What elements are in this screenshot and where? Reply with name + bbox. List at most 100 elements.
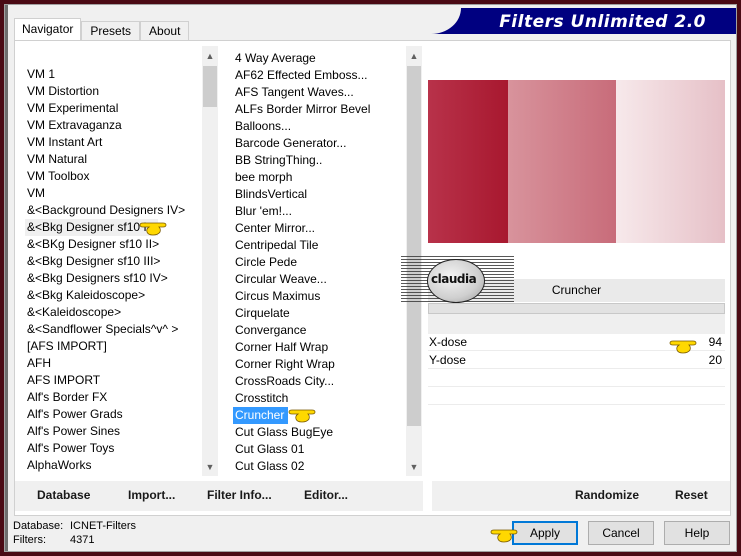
filter-item-row: Cut Glass BugEye	[233, 424, 405, 441]
filter-item[interactable]: CrossRoads City...	[233, 373, 405, 390]
filter-item[interactable]: AF62 Effected Emboss...	[233, 67, 405, 84]
category-item-row: [AFS IMPORT]	[25, 338, 201, 355]
category-item[interactable]: Alf's Border FX	[25, 389, 201, 406]
filter-item[interactable]: ALFs Border Mirror Bevel	[233, 101, 405, 118]
filter-item[interactable]: Corner Right Wrap	[233, 356, 405, 373]
scroll-up-icon[interactable]: ▲	[202, 48, 218, 65]
category-item-row: &<Bkg Designers sf10 IV>	[25, 270, 201, 287]
scroll-down-icon[interactable]: ▼	[202, 459, 218, 476]
category-item[interactable]: &<Bkg Kaleidoscope>	[25, 287, 201, 304]
cancel-button[interactable]: Cancel	[588, 521, 654, 545]
filter-item[interactable]: Circle Pede	[233, 254, 405, 271]
filter-item[interactable]: Centripedal Tile	[233, 237, 405, 254]
parameter-row-y-dose[interactable]: Y-dose 20	[428, 352, 725, 369]
category-item[interactable]: &<BKg Designer sf10 II>	[25, 236, 201, 253]
randomize-button[interactable]: Randomize	[575, 488, 639, 502]
category-item[interactable]: VM Extravaganza	[25, 117, 201, 134]
import-button[interactable]: Import...	[128, 488, 175, 502]
tab-bar: Navigator Presets About	[14, 18, 190, 40]
category-item[interactable]: &<Bkg Designer sf10 III>	[25, 253, 201, 270]
category-scrollbar[interactable]: ▲ ▼	[202, 46, 218, 476]
filter-item-row: Cut Glass 02	[233, 458, 405, 475]
filter-item[interactable]: Cut Glass BugEye	[233, 424, 405, 441]
category-item[interactable]: Andrew's Filter Collection 55	[25, 474, 201, 476]
category-item-row: &<Sandflower Specials^v^ >	[25, 321, 201, 338]
watermark-logo: claudia	[401, 256, 514, 304]
app-title: Filters Unlimited 2.0	[499, 12, 706, 32]
category-item-row: VM Distortion	[25, 83, 201, 100]
category-item[interactable]: AFH	[25, 355, 201, 372]
category-item[interactable]: VM Instant Art	[25, 134, 201, 151]
category-scroll-thumb[interactable]	[203, 66, 217, 107]
filter-item-row: Circus Maximus	[233, 288, 405, 305]
category-item[interactable]: VM Experimental	[25, 100, 201, 117]
category-item[interactable]: VM 1	[25, 66, 201, 83]
preview-swatch-dark	[428, 80, 508, 243]
category-item[interactable]: VM	[25, 185, 201, 202]
editor-button[interactable]: Editor...	[304, 488, 348, 502]
filter-item[interactable]: BB StringThing..	[233, 152, 405, 169]
category-item[interactable]: VM Natural	[25, 151, 201, 168]
parameter-value: 94	[708, 335, 722, 349]
filter-item[interactable]: Convergance	[233, 322, 405, 339]
category-item[interactable]: [AFS IMPORT]	[25, 338, 201, 355]
category-item[interactable]: &<Kaleidoscope>	[25, 304, 201, 321]
filter-item[interactable]: Barcode Generator...	[233, 135, 405, 152]
watermark-text: claudia	[431, 272, 477, 286]
filter-item[interactable]: Cirquelate	[233, 305, 405, 322]
filter-item[interactable]: Circular Weave...	[233, 271, 405, 288]
category-item-row: VM Natural	[25, 151, 201, 168]
database-label: Database	[37, 488, 91, 502]
tab-about[interactable]: About	[140, 21, 190, 40]
tab-presets[interactable]: Presets	[81, 21, 141, 40]
filter-item[interactable]: 4 Way Average	[233, 50, 405, 67]
category-item-row: VM	[25, 185, 201, 202]
category-list[interactable]: VM 1 VM Distortion VM Experimental VM Extra…	[25, 66, 201, 476]
category-item[interactable]: AFS IMPORT	[25, 372, 201, 389]
category-item[interactable]: &<Sandflower Specials^v^ >	[25, 321, 201, 338]
category-item[interactable]: Alf's Power Grads	[25, 406, 201, 423]
filter-item[interactable]: Cut Glass 02	[233, 458, 405, 475]
filter-item[interactable]: Corner Half Wrap	[233, 339, 405, 356]
filter-item[interactable]: Blur 'em!...	[233, 203, 405, 220]
filter-item[interactable]: Center Mirror...	[233, 220, 405, 237]
category-item[interactable]: &<Bkg Designers sf10 IV>	[25, 270, 201, 287]
filter-item-row: CrossRoads City...	[233, 373, 405, 390]
title-banner: Filters Unlimited 2.0	[431, 8, 736, 34]
filter-item[interactable]: Balloons...	[233, 118, 405, 135]
filter-item[interactable]: BlindsVertical	[233, 186, 405, 203]
category-item-row: &<BKg Designer sf10 II>	[25, 236, 201, 253]
database-button[interactable]: Database	[37, 488, 90, 502]
filter-item[interactable]: Crosstitch	[233, 390, 405, 407]
pointing-hand-icon	[669, 340, 697, 354]
filter-item-row: BB StringThing..	[233, 152, 405, 169]
parameter-row-empty	[428, 388, 725, 405]
filter-item[interactable]: AFS Tangent Waves...	[233, 84, 405, 101]
category-item[interactable]: VM Distortion	[25, 83, 201, 100]
reset-button[interactable]: Reset	[675, 488, 708, 502]
filter-item[interactable]: Cut Glass 03	[233, 475, 405, 476]
category-item[interactable]: VM Toolbox	[25, 168, 201, 185]
category-item[interactable]: Alf's Power Toys	[25, 440, 201, 457]
category-item[interactable]: &<Bkg Designer sf10 I>	[25, 219, 158, 236]
filter-item-row: Center Mirror...	[233, 220, 405, 237]
filter-item[interactable]: Cut Glass 01	[233, 441, 405, 458]
category-item-row: VM 1	[25, 66, 201, 83]
preview-swatch-light	[616, 80, 725, 243]
category-item[interactable]: AlphaWorks	[25, 457, 201, 474]
tab-navigator[interactable]: Navigator	[14, 18, 82, 40]
category-item[interactable]: &<Background Designers IV>	[25, 202, 201, 219]
category-item-row: Alf's Power Sines	[25, 423, 201, 440]
filter-item[interactable]: bee morph	[233, 169, 405, 186]
category-item[interactable]: Alf's Power Sines	[25, 423, 201, 440]
help-button[interactable]: Help	[664, 521, 730, 545]
editor-label: Editor...	[304, 488, 349, 502]
filter-item[interactable]: Circus Maximus	[233, 288, 405, 305]
filter-info-button[interactable]: Filter Info...	[207, 488, 272, 502]
scroll-up-icon[interactable]: ▲	[406, 48, 422, 65]
filter-item-row: Convergance	[233, 322, 405, 339]
parameter-button-bar: Randomize Reset	[432, 481, 730, 511]
filter-item-row: bee morph	[233, 169, 405, 186]
filter-item[interactable]: Cruncher	[233, 407, 289, 424]
filter-info-label: Filter Info...	[207, 488, 272, 502]
